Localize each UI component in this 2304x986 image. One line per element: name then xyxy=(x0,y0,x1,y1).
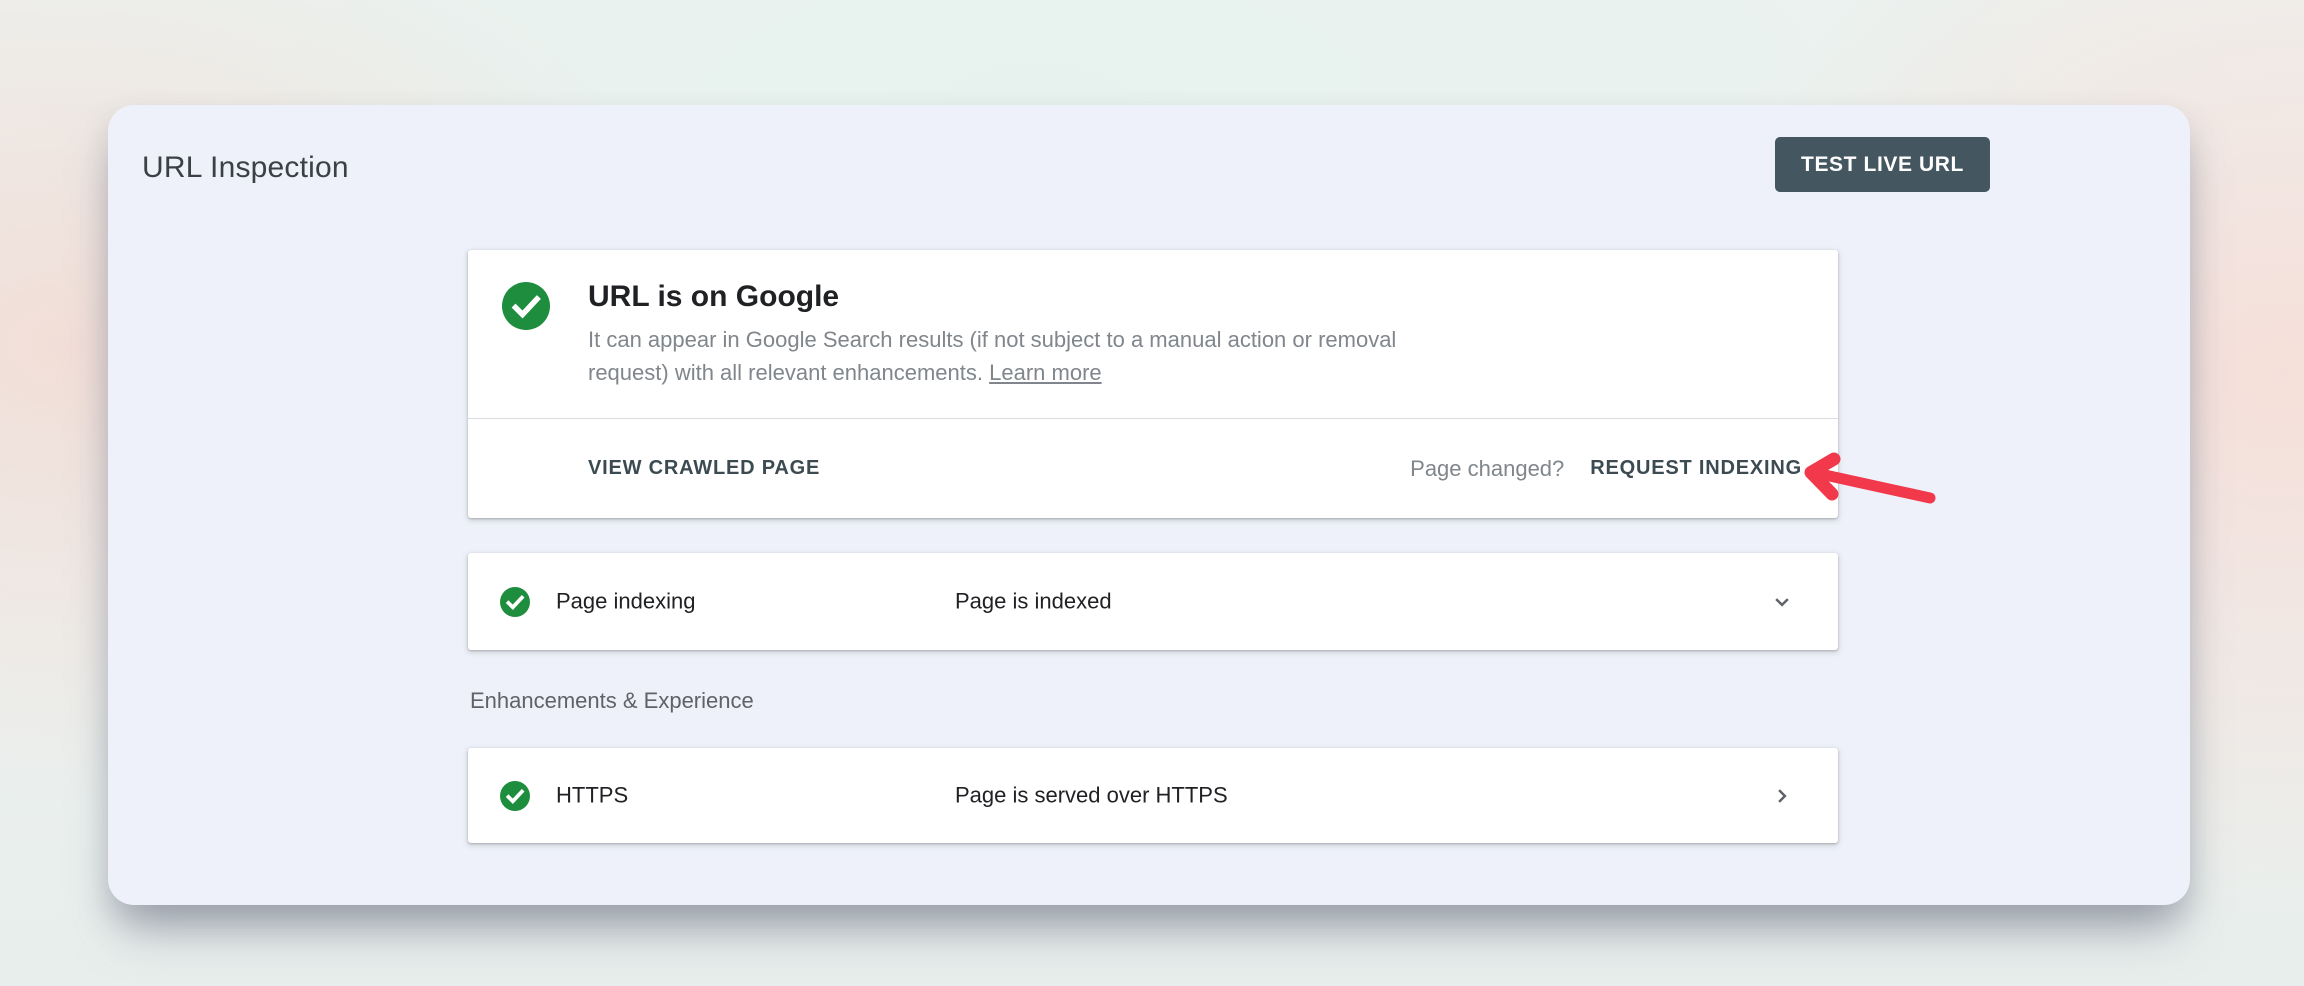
verdict-description: It can appear in Google Search results (… xyxy=(588,323,1396,389)
page-changed-label: Page changed? xyxy=(1410,456,1564,482)
success-check-icon xyxy=(502,282,550,330)
url-inspection-screen: URL Inspection TEST LIVE URL URL is on G… xyxy=(0,0,2304,986)
success-check-icon xyxy=(500,781,530,811)
verdict-action-bar: VIEW CRAWLED PAGE Page changed? REQUEST … xyxy=(468,419,1838,518)
verdict-description-line1: It can appear in Google Search results (… xyxy=(588,327,1396,352)
view-crawled-page-button[interactable]: VIEW CRAWLED PAGE xyxy=(588,457,820,480)
page-indexing-status: Page is indexed xyxy=(955,588,1112,614)
enhancements-section-label: Enhancements & Experience xyxy=(470,688,754,714)
url-inspection-panel: URL Inspection TEST LIVE URL URL is on G… xyxy=(108,105,2190,905)
success-check-icon xyxy=(500,587,530,617)
chevron-down-icon[interactable] xyxy=(1768,588,1796,616)
request-indexing-button[interactable]: REQUEST INDEXING xyxy=(1590,457,1802,480)
chevron-right-icon[interactable] xyxy=(1768,782,1796,810)
verdict-card: URL is on Google It can appear in Google… xyxy=(468,250,1838,518)
verdict-title: URL is on Google xyxy=(588,280,839,314)
test-live-url-button[interactable]: TEST LIVE URL xyxy=(1775,137,1990,192)
page-title: URL Inspection xyxy=(142,151,349,185)
learn-more-link[interactable]: Learn more xyxy=(989,360,1102,385)
page-indexing-card[interactable]: Page indexing Page is indexed xyxy=(468,553,1838,650)
https-label: HTTPS xyxy=(556,782,628,808)
https-status: Page is served over HTTPS xyxy=(955,782,1228,808)
https-card[interactable]: HTTPS Page is served over HTTPS xyxy=(468,748,1838,843)
verdict-description-line2: request) with all relevant enhancements. xyxy=(588,360,983,385)
page-indexing-label: Page indexing xyxy=(556,588,695,614)
request-indexing-group: Page changed? REQUEST INDEXING xyxy=(1410,456,1802,482)
